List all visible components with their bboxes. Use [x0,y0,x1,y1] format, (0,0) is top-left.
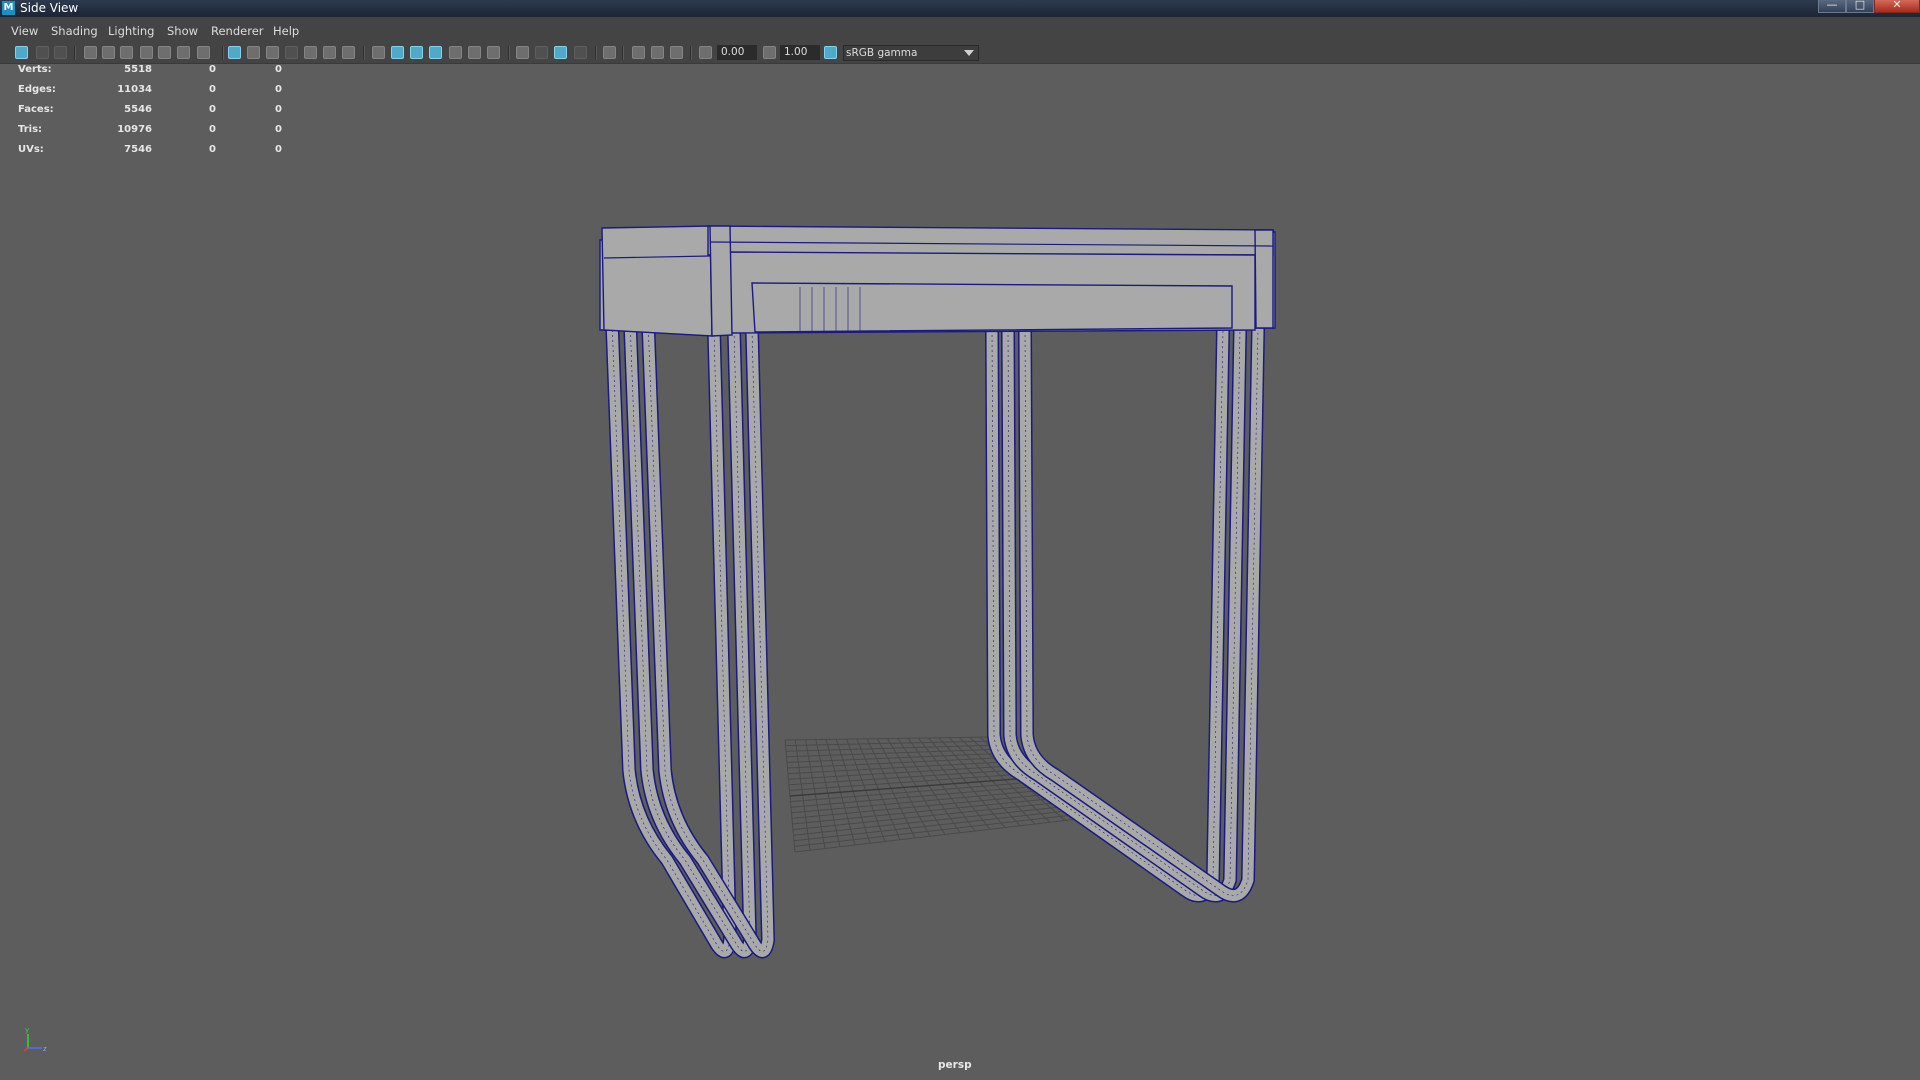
window-title: Side View [20,1,79,15]
window-title-bar: M Side View — □ ✕ [0,0,1920,17]
viewport-3d[interactable]: Verts: 5518 0 0 Edges: 11034 0 0 Faces: 5546 0 0 Tri… [0,64,1920,1080]
grease-pencil-icon[interactable] [120,46,133,59]
hud-total-value: 5518 [124,64,152,75]
hud-component-value: 0 [275,84,282,95]
move-tool-icon[interactable] [177,46,190,59]
grid-line [794,812,1090,847]
motion-blur-icon[interactable] [535,46,548,59]
color-space-value: sRGB gamma [846,47,918,59]
menu-renderer[interactable]: Renderer [211,24,264,38]
hud-label: Faces: [18,104,54,115]
field-chart-icon[interactable] [304,46,317,59]
hud-total-value: 10976 [117,124,152,135]
color-management-icon[interactable] [824,46,837,59]
hud-selected-value: 0 [209,144,216,155]
scene-canvas [599,225,1276,959]
menu-view[interactable]: View [11,24,38,38]
safe-action-icon[interactable] [323,46,336,59]
paint-tool-icon[interactable] [197,46,210,59]
camera-attributes-icon[interactable] [36,46,49,59]
hud-component-value: 0 [275,104,282,115]
hud-selected-value: 0 [209,64,216,75]
panel-toolbar: 0.00 1.00 sRGB gamma [0,43,1920,64]
shadows-icon[interactable] [487,46,500,59]
hud-total-value: 7546 [124,144,152,155]
xray-joints-icon[interactable] [651,46,664,59]
gamma-icon[interactable] [763,46,776,59]
grid-line [794,816,1096,853]
hud-label: UVs: [18,144,44,155]
hud-label: Verts: [18,64,52,75]
smooth-tool-icon[interactable] [158,46,171,59]
backface-culling-icon[interactable] [670,46,683,59]
ambient-occlusion-icon[interactable] [516,46,529,59]
panel-menu-bar: View Shading Lighting Show Renderer Help [0,17,1920,43]
menu-help[interactable]: Help [273,24,299,38]
hud-selected-value: 0 [209,104,216,115]
hud-label: Tris: [18,124,43,135]
menu-show[interactable]: Show [167,24,198,38]
bookmark-flag-icon[interactable] [140,46,153,59]
anti-aliasing-icon[interactable] [554,46,567,59]
hud-selected-value: 0 [209,124,216,135]
nesting-tables-mesh[interactable] [599,225,1276,959]
depth-of-field-icon[interactable] [574,46,587,59]
hud-label: Edges: [18,84,56,95]
image-plane-icon[interactable] [84,46,97,59]
gate-mask-icon[interactable] [285,46,298,59]
menu-shading[interactable]: Shading [51,24,98,38]
resolution-gate-icon[interactable] [266,46,279,59]
wireframe-icon[interactable] [372,46,385,59]
safe-title-icon[interactable] [342,46,355,59]
gamma-field[interactable]: 1.00 [780,45,820,60]
right-leg-1 [1002,324,1246,902]
menu-lighting[interactable]: Lighting [108,24,154,38]
hud-total-value: 11034 [117,84,152,95]
minimize-button[interactable]: — [1818,0,1846,13]
camera-name-label: persp [938,1059,972,1071]
color-space-dropdown[interactable]: sRGB gamma [843,45,979,61]
two-d-pan-zoom-icon[interactable] [102,46,115,59]
app-icon: M [2,1,15,15]
hud-component-value: 0 [275,124,282,135]
axis-y-label: y [25,1026,29,1034]
select-camera-icon[interactable] [15,46,28,59]
hud-selected-value: 0 [209,84,216,95]
bookmarks-icon[interactable] [54,46,67,59]
hud-component-value: 0 [275,64,282,75]
default-material-icon[interactable] [410,46,423,59]
axis-gizmo-icon: y z [23,1026,47,1053]
axis-z-label: z [43,1045,47,1053]
isolate-select-icon[interactable] [603,46,616,59]
exposure-field[interactable]: 0.00 [717,45,757,60]
close-button[interactable]: ✕ [1874,0,1920,13]
smooth-shade-icon[interactable] [391,46,404,59]
hud-component-value: 0 [275,144,282,155]
textured-icon[interactable] [449,46,462,59]
film-gate-icon[interactable] [247,46,260,59]
use-lights-icon[interactable] [468,46,481,59]
right-leg-1-edge-loop [1007,329,1241,896]
top-large-face [707,225,1274,256]
xray-icon[interactable] [632,46,645,59]
hud-total-value: 5546 [124,104,152,115]
chevron-down-icon [964,50,974,56]
right-leg-1-outline [1001,323,1247,903]
wireframe-on-shaded-icon[interactable] [429,46,442,59]
top-right-end [1254,229,1274,329]
exposure-icon[interactable] [699,46,712,59]
top-left-end [601,225,713,337]
maximize-button[interactable]: □ [1846,0,1874,13]
grid-icon[interactable] [228,46,241,59]
